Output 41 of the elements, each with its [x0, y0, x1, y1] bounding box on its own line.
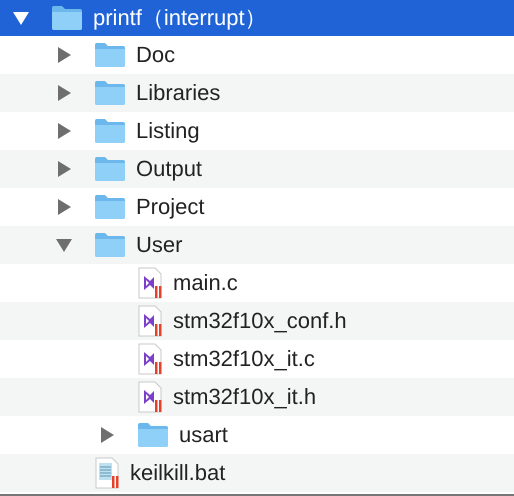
collapse-triangle-icon[interactable] [56, 237, 72, 253]
expand-triangle-icon[interactable] [56, 199, 72, 215]
file-row[interactable]: keilkill.bat [0, 454, 514, 492]
file-name: Output [136, 156, 202, 182]
file-name: printf（interrupt） [93, 4, 267, 32]
folder-icon [51, 5, 83, 31]
folder-icon [94, 42, 126, 68]
expand-triangle-icon[interactable] [99, 427, 115, 443]
expand-triangle-icon[interactable] [56, 85, 72, 101]
file-row[interactable]: stm32f10x_conf.h [0, 302, 514, 340]
file-name: Project [136, 194, 204, 220]
folder-icon [94, 232, 126, 258]
folder-icon [94, 118, 126, 144]
folder-icon [94, 80, 126, 106]
file-row[interactable]: printf（interrupt） [0, 0, 514, 36]
file-name: main.c [173, 270, 238, 296]
file-name: Doc [136, 42, 176, 68]
expand-triangle-icon[interactable] [56, 123, 72, 139]
source-file-icon [137, 305, 163, 337]
folder-icon [94, 156, 126, 182]
folder-icon [94, 194, 126, 220]
file-name: stm32f10x_it.h [173, 384, 316, 410]
file-row[interactable]: Output [0, 150, 514, 188]
file-row[interactable]: User [0, 226, 514, 264]
file-name: Libraries [136, 80, 220, 106]
source-file-icon [137, 381, 163, 413]
expand-triangle-icon[interactable] [56, 47, 72, 63]
expand-triangle-icon[interactable] [56, 161, 72, 177]
collapse-triangle-icon[interactable] [13, 10, 29, 26]
file-row[interactable]: Libraries [0, 74, 514, 112]
file-row[interactable]: stm32f10x_it.h [0, 378, 514, 416]
folder-icon [137, 422, 169, 448]
file-name: User [136, 232, 182, 258]
file-name: usart [179, 422, 228, 448]
notepad-file-icon [94, 457, 120, 489]
source-file-icon [137, 267, 163, 299]
source-file-icon [137, 343, 163, 375]
file-name: keilkill.bat [130, 460, 226, 486]
file-name: Listing [136, 118, 200, 144]
file-name: stm32f10x_conf.h [173, 308, 347, 334]
file-name: stm32f10x_it.c [173, 346, 315, 372]
